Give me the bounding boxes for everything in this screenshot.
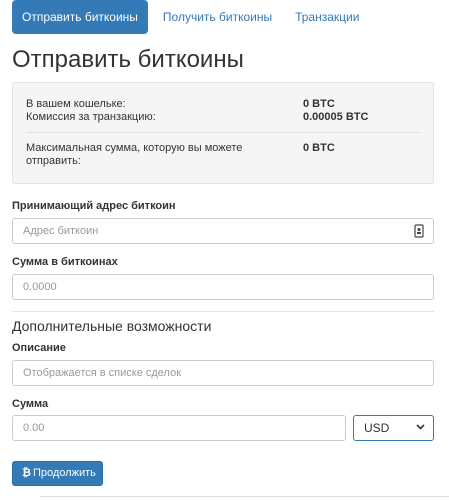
currency-select[interactable]: USD: [353, 415, 434, 441]
tab-send-bitcoin[interactable]: Отправить биткоины: [12, 0, 148, 34]
fee-value: 0.00005 BTC: [303, 111, 369, 123]
bitcoin-icon: ₿: [22, 467, 31, 479]
continue-button[interactable]: ₿ Продолжить: [12, 461, 103, 486]
amount-btc-input[interactable]: 0.0000: [12, 274, 434, 300]
page-title: Отправить биткоины: [12, 46, 244, 73]
section-divider: [12, 311, 434, 312]
max-amount-label-line1: Максимальная сумма, которую вы можете: [26, 142, 243, 154]
tab-bar: Отправить биткоины Получить биткоины Тра…: [0, 0, 449, 34]
wallet-summary-panel: В вашем кошельке: 0 BTC Комиссия за тран…: [12, 82, 434, 184]
wallet-divider: [26, 132, 420, 133]
max-amount-label-line2: отправить:: [26, 155, 81, 167]
address-input[interactable]: Адрес биткоин: [12, 218, 434, 244]
address-label: Принимающий адрес биткоин: [12, 200, 176, 212]
description-input[interactable]: Отображается в списке сделок: [12, 360, 434, 386]
amount-placeholder: 0.00: [23, 422, 45, 434]
max-amount-value: 0 BTC: [303, 142, 335, 154]
continue-label: Продолжить: [32, 467, 96, 479]
tab-transactions[interactable]: Транзакции: [285, 0, 369, 34]
amount-input[interactable]: 0.00: [12, 415, 346, 441]
currency-value: USD: [364, 421, 390, 435]
description-placeholder: Отображается в списке сделок: [23, 367, 182, 379]
balance-label: В вашем кошельке:: [26, 98, 126, 110]
chevron-down-icon: [416, 424, 425, 430]
tab-receive-bitcoin[interactable]: Получить биткоины: [153, 0, 282, 34]
contacts-book-icon[interactable]: [414, 224, 424, 238]
balance-value: 0 BTC: [303, 98, 335, 110]
amount-label: Сумма: [12, 398, 49, 410]
amount-btc-placeholder: 0.0000: [23, 281, 57, 293]
extra-options-title: Дополнительные возможности: [12, 318, 212, 334]
address-placeholder: Адрес биткоин: [23, 225, 99, 237]
description-label: Описание: [12, 342, 66, 354]
amount-btc-label: Сумма в биткоинах: [12, 256, 118, 268]
fee-label: Комиссия за транзакцию:: [26, 111, 156, 123]
footer-divider: [40, 496, 449, 497]
